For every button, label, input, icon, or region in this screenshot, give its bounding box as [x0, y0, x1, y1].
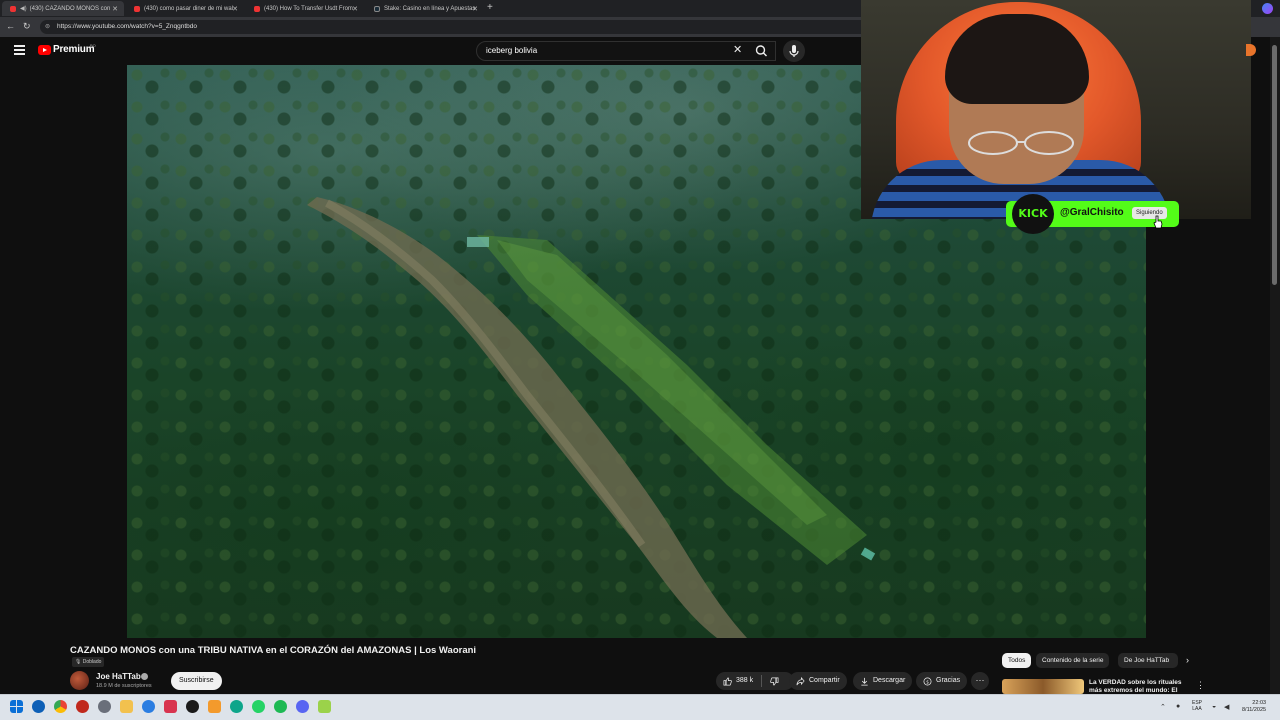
app-icon-green[interactable]	[318, 700, 331, 713]
tab-close-icon[interactable]: ✕	[352, 5, 358, 13]
tray-chevron-up-icon[interactable]: ⌃	[1160, 703, 1166, 711]
browser-tab[interactable]: Stake: Casino en línea y Apuestas ✕	[366, 1, 484, 16]
subscriber-count: 18.9 M de suscriptores	[96, 683, 152, 689]
whatsapp-icon[interactable]	[252, 700, 265, 713]
url-text: https://www.youtube.com/watch?v=5_Znqgnt…	[57, 23, 198, 30]
glasses-icon	[968, 131, 1074, 155]
search-button[interactable]	[748, 41, 776, 61]
windows-start-icon[interactable]	[10, 700, 23, 713]
audio-track-icon: 🎙	[75, 659, 82, 665]
reload-icon[interactable]: ↻	[23, 21, 31, 32]
back-arrow-icon[interactable]: ←	[6, 21, 15, 31]
browser-tab[interactable]: (430) How To Transfer Usdt From ✕	[246, 1, 364, 16]
thumbs-up-icon[interactable]	[723, 677, 732, 686]
kick-username: @GralChisito	[1060, 207, 1124, 218]
voice-search-button[interactable]	[783, 40, 805, 62]
like-count[interactable]: 388 k	[736, 672, 753, 690]
app-icon-1[interactable]	[32, 700, 45, 713]
download-button[interactable]: Descargar	[853, 672, 913, 690]
verified-check-icon	[141, 673, 148, 680]
region-code: BO	[90, 43, 96, 48]
share-button[interactable]: Compartir	[789, 672, 847, 690]
like-dislike-group: 388 k	[716, 672, 794, 690]
wifi-icon[interactable]: ◒	[1212, 703, 1216, 710]
app-icon-teal[interactable]	[230, 700, 243, 713]
new-tab-button[interactable]: +	[487, 2, 493, 13]
browser-ai-icon[interactable]	[1262, 3, 1273, 14]
file-explorer-icon[interactable]	[120, 700, 133, 713]
youtube-favicon-icon	[134, 5, 140, 12]
chrome-icon[interactable]	[54, 700, 67, 713]
share-arrow-icon	[796, 676, 805, 685]
tab-close-icon[interactable]: ✕	[232, 5, 238, 13]
app-icon-red[interactable]	[76, 700, 89, 713]
clear-search-icon[interactable]: ✕	[733, 43, 742, 56]
language-indicator[interactable]: ESP LAA	[1192, 700, 1202, 712]
search-input[interactable]: iceberg bolivia	[476, 41, 776, 61]
tab-title: (430) How To Transfer Usdt From	[264, 5, 353, 12]
recommended-video-thumbnail[interactable]	[1002, 679, 1084, 694]
spotify-icon[interactable]	[274, 700, 287, 713]
kebab-menu-icon[interactable]: ⋮	[1196, 680, 1205, 691]
browser-tab-active[interactable]: ◀) (430) CAZANDO MONOS con ✕	[2, 1, 124, 16]
chip-all[interactable]: Todos	[1002, 653, 1032, 668]
kick-logo-icon: KICK	[1012, 194, 1054, 234]
streamer-webcam	[861, 0, 1251, 219]
channel-name[interactable]: Joe HaTTab	[96, 672, 141, 681]
app-icon-orange[interactable]	[208, 700, 221, 713]
hand-cursor-icon	[1153, 215, 1163, 229]
chevron-right-icon[interactable]: ›	[1186, 655, 1189, 665]
discord-icon[interactable]	[296, 700, 309, 713]
search-icon	[755, 45, 767, 57]
page-scrollbar[interactable]	[1270, 37, 1280, 694]
tray-app-icon[interactable]: ●	[1176, 703, 1180, 710]
recommended-video-title[interactable]: La VERDAD sobre los rituales más extremo…	[1089, 679, 1185, 694]
svg-text:$: $	[926, 679, 929, 685]
volume-icon[interactable]: ◀	[1224, 703, 1229, 711]
chip-series-content[interactable]: Contenido de la serie	[1036, 653, 1110, 668]
tab-close-icon[interactable]: ✕	[112, 5, 118, 13]
settings-gear-icon[interactable]	[98, 700, 111, 713]
browser-tab[interactable]: (430) como pasar diner de mi wal ✕	[126, 1, 244, 16]
tab-close-icon[interactable]: ✕	[472, 5, 478, 13]
edge-icon[interactable]	[142, 700, 155, 713]
channel-avatar[interactable]	[70, 671, 89, 690]
youtube-logo-icon[interactable]	[38, 45, 51, 55]
app-icon-pink[interactable]	[164, 700, 177, 713]
subscribe-button[interactable]: Suscribirse	[171, 672, 222, 690]
download-icon	[861, 677, 868, 686]
hamburger-menu-icon[interactable]	[14, 45, 25, 55]
system-clock[interactable]: 22:03 8/11/2025	[1242, 700, 1266, 714]
more-actions-button[interactable]: ···	[971, 672, 989, 690]
site-info-icon[interactable]: ⊜	[45, 20, 50, 34]
scrollbar-thumb[interactable]	[1272, 45, 1277, 285]
video-title: CAZANDO MONOS con una TRIBU NATIVA en el…	[70, 645, 477, 656]
tab-title: Stake: Casino en línea y Apuestas	[384, 5, 476, 12]
stake-favicon-icon	[374, 5, 380, 12]
dubbed-badge: 🎙 Doblado	[72, 657, 105, 667]
tab-title: (430) como pasar diner de mi wal	[144, 5, 234, 12]
youtube-favicon-icon	[10, 5, 16, 12]
super-thanks-icon: $	[923, 677, 932, 685]
app-icon-dark[interactable]	[186, 700, 199, 713]
thanks-button[interactable]: $ Gracias	[916, 672, 968, 690]
youtube-favicon-icon	[254, 5, 260, 12]
microphone-icon	[789, 45, 799, 57]
youtube-premium-wordmark[interactable]: Premium	[53, 44, 95, 55]
speaker-icon: ◀)	[20, 6, 27, 12]
thumbs-down-icon[interactable]	[770, 677, 779, 686]
chip-from-channel[interactable]: De Joe HaTTab	[1118, 653, 1178, 668]
tab-title: (430) CAZANDO MONOS con	[29, 5, 111, 12]
